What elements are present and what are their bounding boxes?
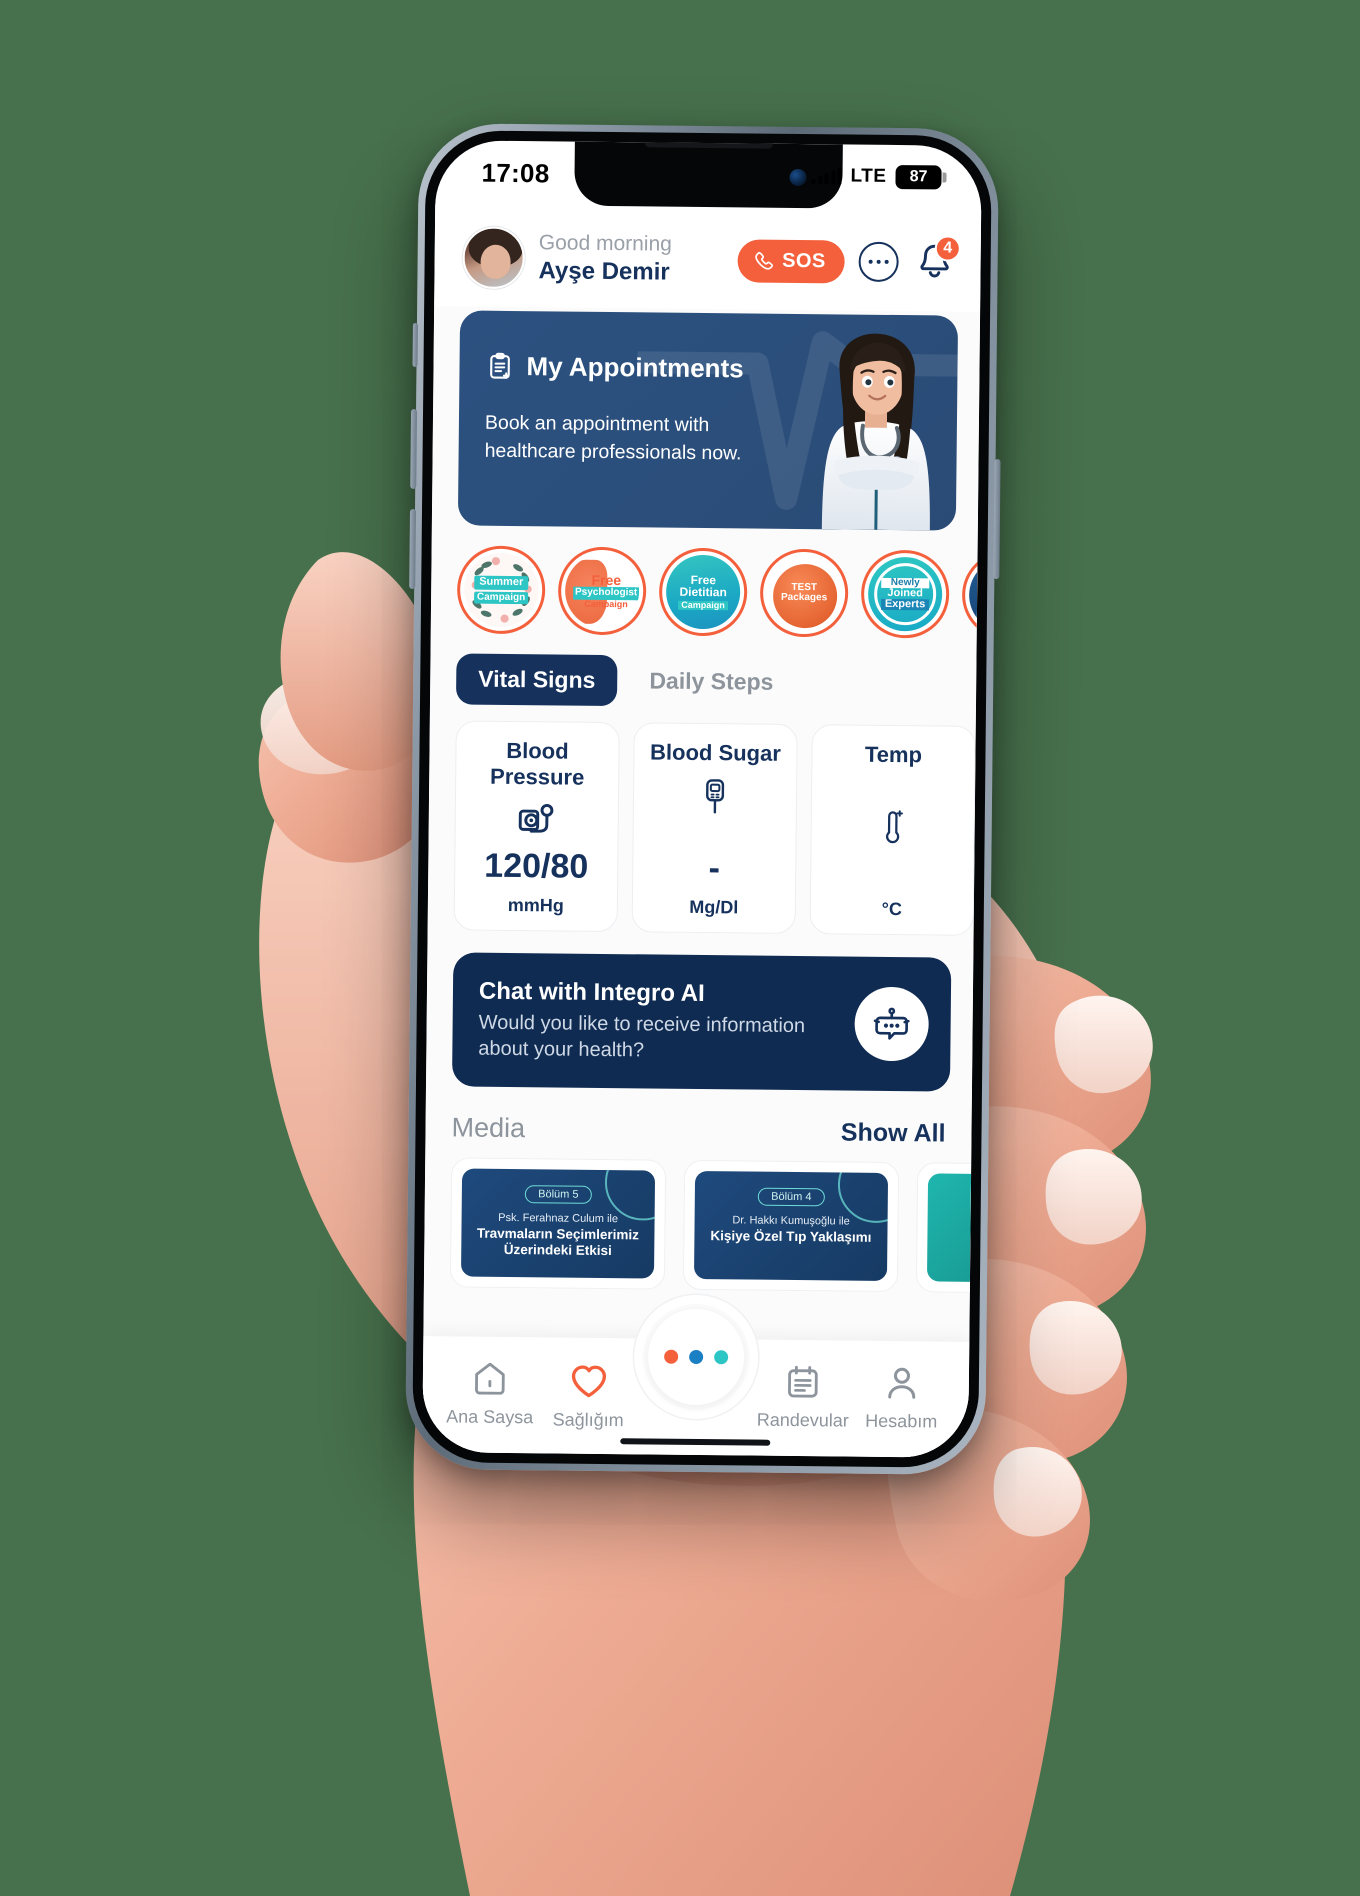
vital-value: - [708,849,721,888]
app-header: Good morning Ayşe Demir SOS 4 [434,204,982,312]
network-type-label: LTE [850,165,887,187]
sos-button[interactable]: SOS [736,238,845,283]
campaign-label: Campaign [678,600,728,611]
banner-title-row: My Appointments [485,351,789,385]
cellular-bars-icon [811,167,842,185]
tab-vital-signs[interactable]: Vital Signs [455,653,618,707]
volume-down-button[interactable] [409,508,417,589]
integro-text: Chat with Integro AI Would you like to r… [478,978,855,1066]
campaign-label: Dietitian [679,584,727,600]
nav-item-home[interactable]: Ana Saysa [440,1358,539,1428]
thermometer-icon [877,801,908,853]
media-episode-badge: Bölüm 5 [525,1185,592,1204]
media-title-text: Travmaların Seçimlerimiz Üzerindeki Etki… [476,1225,640,1259]
phone-bezel: 17:08 LTE 87 Good morning Ayşe Demir SOS… [412,130,992,1468]
three-dots-fab-icon[interactable] [647,1308,745,1406]
battery-icon: 87 [895,164,942,190]
vital-title: Temp [864,741,923,768]
blood-pressure-monitor-icon [514,795,559,847]
media-card[interactable]: Bölüm 5 Psk. Ferahnaz Culum ile Travmala… [449,1157,667,1290]
clipboard-plus-icon [490,352,510,379]
campaign-item-checkup[interactable]: C S [961,550,978,640]
vital-title: Blood Pressure [490,737,585,790]
robot-chat-icon[interactable] [854,986,930,1062]
banner-subtitle: Book an appointment with healthcare prof… [484,411,742,465]
app-root: Good morning Ayşe Demir SOS 4 My Appoint… [422,204,982,1458]
campaign-label: Campaign [584,598,628,609]
vital-value: 120/80 [484,846,589,886]
power-button[interactable] [993,459,1001,580]
my-appointments-banner[interactable]: My Appointments Book an appointment with… [457,310,959,531]
avatar[interactable] [462,226,525,290]
vitals-tabs[interactable]: Vital Signs Daily Steps [430,649,977,710]
app-scroll-area[interactable]: Good morning Ayşe Demir SOS 4 My Appoint… [423,204,982,1342]
campaign-label: Free [591,572,622,589]
media-card[interactable]: Bölüm 3 Dr. [915,1162,972,1293]
nav-item-account[interactable]: Hesabım [852,1363,951,1433]
tab-daily-steps[interactable]: Daily Steps [627,655,796,708]
campaign-item-psychologist[interactable]: Free Psychologist Campaign [557,546,647,636]
phone-screen: 17:08 LTE 87 Good morning Ayşe Demir SOS… [422,140,982,1458]
banner-title: My Appointments [526,351,744,384]
vital-card-temp[interactable]: Temp °C [809,724,976,936]
campaign-item-test-packages[interactable]: TEST Packages [759,548,849,638]
phone-call-icon [754,251,773,270]
greeting-text: Good morning [538,231,673,256]
banner-content: My Appointments Book an appointment with… [458,310,790,468]
nav-label: Sağlığım [552,1409,624,1431]
nav-item-appointments[interactable]: Randevular [753,1362,852,1432]
media-card-row[interactable]: Bölüm 5 Psk. Ferahnaz Culum ile Travmala… [424,1143,972,1293]
doctor-avatar-illustration [821,333,930,531]
mute-switch[interactable] [412,322,418,367]
sos-label: SOS [782,249,826,272]
nav-label: Randevular [756,1409,849,1431]
notification-badge: 4 [934,235,961,262]
media-presenter: Dr. Hakkı Kumuşoğlu ile [732,1214,850,1228]
media-title: Media [451,1112,526,1144]
vital-title: Blood Sugar [649,739,782,766]
campaign-label: Campaign [473,591,529,604]
campaign-item-summer[interactable]: Summer Campaign [456,545,546,635]
campaign-label: Packages [780,591,828,604]
integro-title: Chat with Integro AI [478,977,705,1008]
integro-subtitle: Would you like to receive information ab… [478,1011,806,1062]
vital-unit: °C [881,898,903,920]
status-clock: 17:08 [481,157,550,188]
campaign-stories-row[interactable]: Summer Campaign Free Psychologist Campai… [431,525,978,655]
media-card[interactable]: Bölüm 4 Dr. Hakkı Kumuşoğlu ile Kişiye Ö… [682,1159,900,1293]
user-name: Ayşe Demir [538,257,670,286]
status-indicators: LTE 87 [811,164,942,190]
campaign-item-dietitian[interactable]: Free Dietitian Campaign [658,547,748,637]
heart-icon [571,1365,606,1398]
notifications-button[interactable]: 4 [912,235,961,284]
nav-label: Hesabım [865,1410,938,1432]
media-episode-badge: Bölüm 4 [758,1187,825,1207]
status-bar: 17:08 LTE 87 [435,140,982,210]
campaign-label: Experts [880,598,930,611]
chat-dots-icon[interactable] [858,241,899,283]
phone-device: 17:08 LTE 87 Good morning Ayşe Demir SOS… [404,123,1001,1475]
vital-card-blood-sugar[interactable]: Blood Sugar - Mg/Dl [631,722,798,934]
nav-label: Ana Saysa [446,1406,534,1428]
calendar-icon [788,1365,819,1398]
media-show-all-link[interactable]: Show All [841,1118,946,1148]
person-icon [887,1367,915,1399]
campaign-label: Summer [474,575,529,590]
vital-card-blood-pressure[interactable]: Blood Pressure 120/80 mmHg [453,720,620,933]
vital-unit: mmHg [507,894,564,916]
media-presenter: Psk. Ferahnaz Culum ile [498,1211,619,1226]
glucometer-icon [698,771,733,823]
home-icon [475,1362,505,1395]
vital-unit: Mg/Dl [689,896,739,918]
media-title-text: Kişiye Özel Tıp Yaklaşımı [710,1228,872,1245]
greeting-block: Good morning Ayşe Demir [538,230,723,288]
media-section-header: Media Show All [425,1086,972,1149]
integro-ai-card[interactable]: Chat with Integro AI Would you like to r… [451,952,952,1092]
campaign-item-newly-joined[interactable]: Newly Joined Experts [860,549,950,639]
vitals-card-row[interactable]: Blood Pressure 120/80 mmHg Blood Sugar -… [428,704,976,936]
nav-item-health[interactable]: Sağlığım [539,1359,638,1431]
volume-up-button[interactable] [410,408,418,489]
